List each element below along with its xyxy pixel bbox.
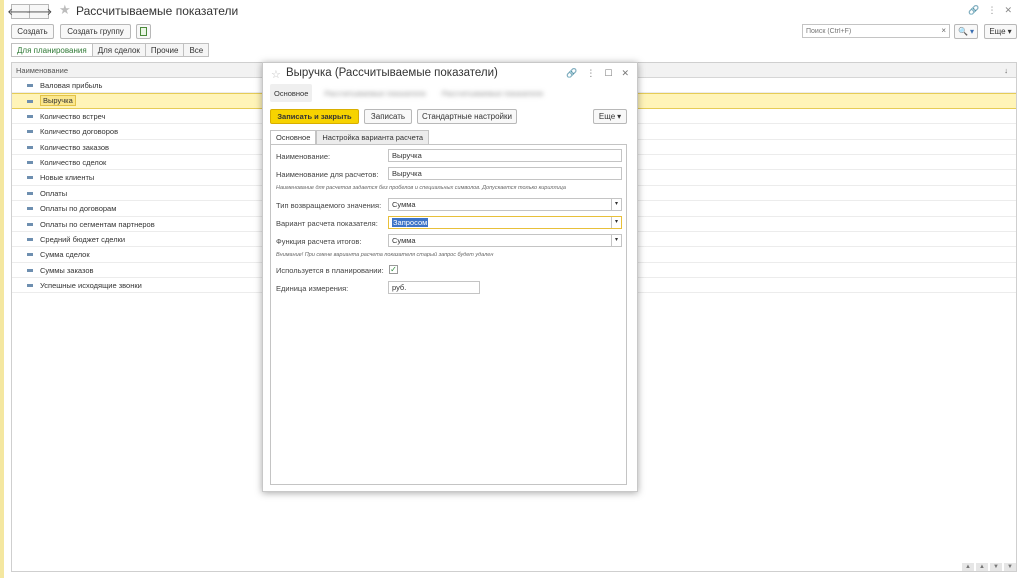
unit-field[interactable]: руб. bbox=[388, 281, 480, 294]
dialog-header-icons: 🔗 ⋮ ☐ ✕ bbox=[566, 68, 629, 79]
tab-planning[interactable]: Для планирования bbox=[11, 43, 93, 57]
sort-icon[interactable]: ↓ bbox=[1004, 63, 1008, 78]
total-func-select[interactable]: Сумма ▾ bbox=[388, 234, 622, 247]
chevron-down-icon: ▾ bbox=[617, 112, 622, 121]
tab-blurred-2[interactable]: Рассчитываемые показатели bbox=[438, 84, 547, 102]
item-icon bbox=[27, 130, 33, 134]
arrow-right-icon: 🡒 bbox=[25, 6, 53, 18]
favorite-star-icon[interactable]: ★ bbox=[59, 3, 71, 16]
return-type-label: Тип возвращаемого значения: bbox=[276, 201, 382, 210]
clear-search-icon[interactable]: × bbox=[941, 26, 946, 35]
item-icon bbox=[27, 222, 33, 226]
tab-calc-variant[interactable]: Настройка варианта расчета bbox=[316, 130, 430, 144]
form-panel: Наименование: Выручка Наименование для р… bbox=[270, 144, 627, 485]
form-area: Основное Настройка варианта расчета Наим… bbox=[270, 130, 627, 485]
more-label: Еще bbox=[598, 112, 616, 121]
dialog-more-button[interactable]: Еще ▾ bbox=[593, 109, 627, 124]
scroll-controls: ▲ ▲ ▼ ▼ bbox=[962, 563, 1016, 571]
planning-checkbox[interactable]: ✓ bbox=[389, 265, 398, 274]
scroll-top-icon[interactable]: ▲ bbox=[976, 563, 988, 571]
scroll-down-icon[interactable]: ▼ bbox=[990, 563, 1002, 571]
item-dialog: ☆ Выручка (Рассчитываемые показатели) 🔗 … bbox=[262, 62, 638, 492]
item-icon bbox=[27, 191, 33, 195]
chevron-down-icon[interactable]: ▾ bbox=[611, 199, 621, 210]
header-icons: 🔗 ⋮ ✕ bbox=[968, 5, 1012, 16]
search-input[interactable] bbox=[803, 25, 933, 37]
item-icon bbox=[27, 268, 33, 272]
item-icon bbox=[27, 100, 33, 104]
page-title: Рассчитываемые показатели bbox=[76, 4, 239, 18]
standard-settings-button[interactable]: Стандартные настройки bbox=[417, 109, 517, 124]
item-icon bbox=[27, 253, 33, 257]
more-label: Еще bbox=[989, 27, 1006, 36]
return-type-select[interactable]: Сумма ▾ bbox=[388, 198, 622, 211]
item-icon bbox=[27, 176, 33, 180]
total-func-value: Сумма bbox=[392, 236, 416, 245]
link-icon[interactable]: 🔗 bbox=[968, 5, 979, 16]
variant-select[interactable]: Запросом ▾ bbox=[388, 216, 622, 229]
item-icon bbox=[27, 237, 33, 241]
create-group-button[interactable]: Создать группу bbox=[60, 24, 131, 39]
return-type-value: Сумма bbox=[392, 200, 416, 209]
warning-note: Внимание! При смене варианта расчета пок… bbox=[276, 252, 494, 258]
name-label: Наименование: bbox=[276, 152, 331, 161]
variant-value: Запросом bbox=[392, 218, 429, 227]
filter-tabs: Для планирования Для сделок Прочие Все bbox=[11, 43, 210, 57]
tab-all[interactable]: Все bbox=[184, 43, 210, 57]
favorite-star-icon[interactable]: ☆ bbox=[271, 68, 281, 81]
maximize-icon[interactable]: ☐ bbox=[604, 68, 612, 79]
scroll-bottom-icon[interactable]: ▼ bbox=[1004, 563, 1016, 571]
create-button[interactable]: Создать bbox=[11, 24, 54, 39]
item-icon bbox=[27, 284, 33, 288]
more-button[interactable]: Еще ▾ bbox=[984, 24, 1017, 39]
chevron-down-icon[interactable]: ▾ bbox=[611, 235, 621, 246]
calc-name-label: Наименование для расчетов: bbox=[276, 170, 379, 179]
save-and-close-button[interactable]: Записать и закрыть bbox=[270, 109, 359, 124]
unit-label: Единица измерения: bbox=[276, 284, 349, 293]
item-icon bbox=[27, 114, 33, 118]
search-box: × bbox=[802, 24, 950, 38]
tab-other[interactable]: Прочие bbox=[145, 43, 185, 57]
dialog-tabs: Основное Рассчитываемые показатели Рассч… bbox=[270, 84, 547, 102]
close-icon[interactable]: ✕ bbox=[1004, 5, 1012, 16]
planning-label: Используется в планировании: bbox=[276, 266, 384, 275]
chevron-down-icon: ▾ bbox=[1007, 27, 1012, 36]
column-name-header: Наименование bbox=[16, 66, 68, 75]
form-tabs: Основное Настройка варианта расчета bbox=[270, 130, 430, 144]
item-icon bbox=[27, 84, 33, 87]
total-func-label: Функция расчета итогов: bbox=[276, 237, 362, 246]
save-button[interactable]: Записать bbox=[364, 109, 412, 124]
scroll-up-icon[interactable]: ▲ bbox=[962, 563, 974, 571]
forward-button[interactable]: 🡒 bbox=[26, 4, 52, 19]
item-icon bbox=[27, 207, 33, 211]
more-vert-icon[interactable]: ⋮ bbox=[987, 5, 996, 16]
calc-name-note: Наименование для расчетов задается без п… bbox=[276, 185, 566, 191]
dialog-title: Выручка (Рассчитываемые показатели) bbox=[286, 67, 498, 79]
chevron-down-icon: ▾ bbox=[969, 27, 974, 36]
chevron-down-icon[interactable]: ▾ bbox=[611, 217, 621, 228]
search-button[interactable]: 🔍 ▾ bbox=[954, 24, 978, 39]
tab-main[interactable]: Основное bbox=[270, 84, 313, 102]
variant-label: Вариант расчета показателя: bbox=[276, 219, 378, 228]
tab-deals[interactable]: Для сделок bbox=[92, 43, 146, 57]
document-button[interactable] bbox=[136, 24, 151, 39]
nav-buttons: 🡐 🡒 bbox=[7, 4, 52, 19]
name-field[interactable]: Выручка bbox=[388, 149, 622, 162]
more-vert-icon[interactable]: ⋮ bbox=[586, 68, 595, 79]
item-icon bbox=[27, 145, 33, 149]
item-icon bbox=[27, 160, 33, 164]
calc-name-field[interactable]: Выручка bbox=[388, 167, 622, 180]
search-icon: 🔍 bbox=[958, 27, 968, 36]
link-icon[interactable]: 🔗 bbox=[566, 68, 577, 79]
tab-blurred-1[interactable]: Рассчитываемые показатели bbox=[320, 84, 429, 102]
document-icon bbox=[140, 27, 147, 36]
tab-form-main[interactable]: Основное bbox=[270, 130, 317, 144]
left-accent-bar bbox=[0, 0, 4, 578]
close-icon[interactable]: ✕ bbox=[621, 68, 629, 79]
